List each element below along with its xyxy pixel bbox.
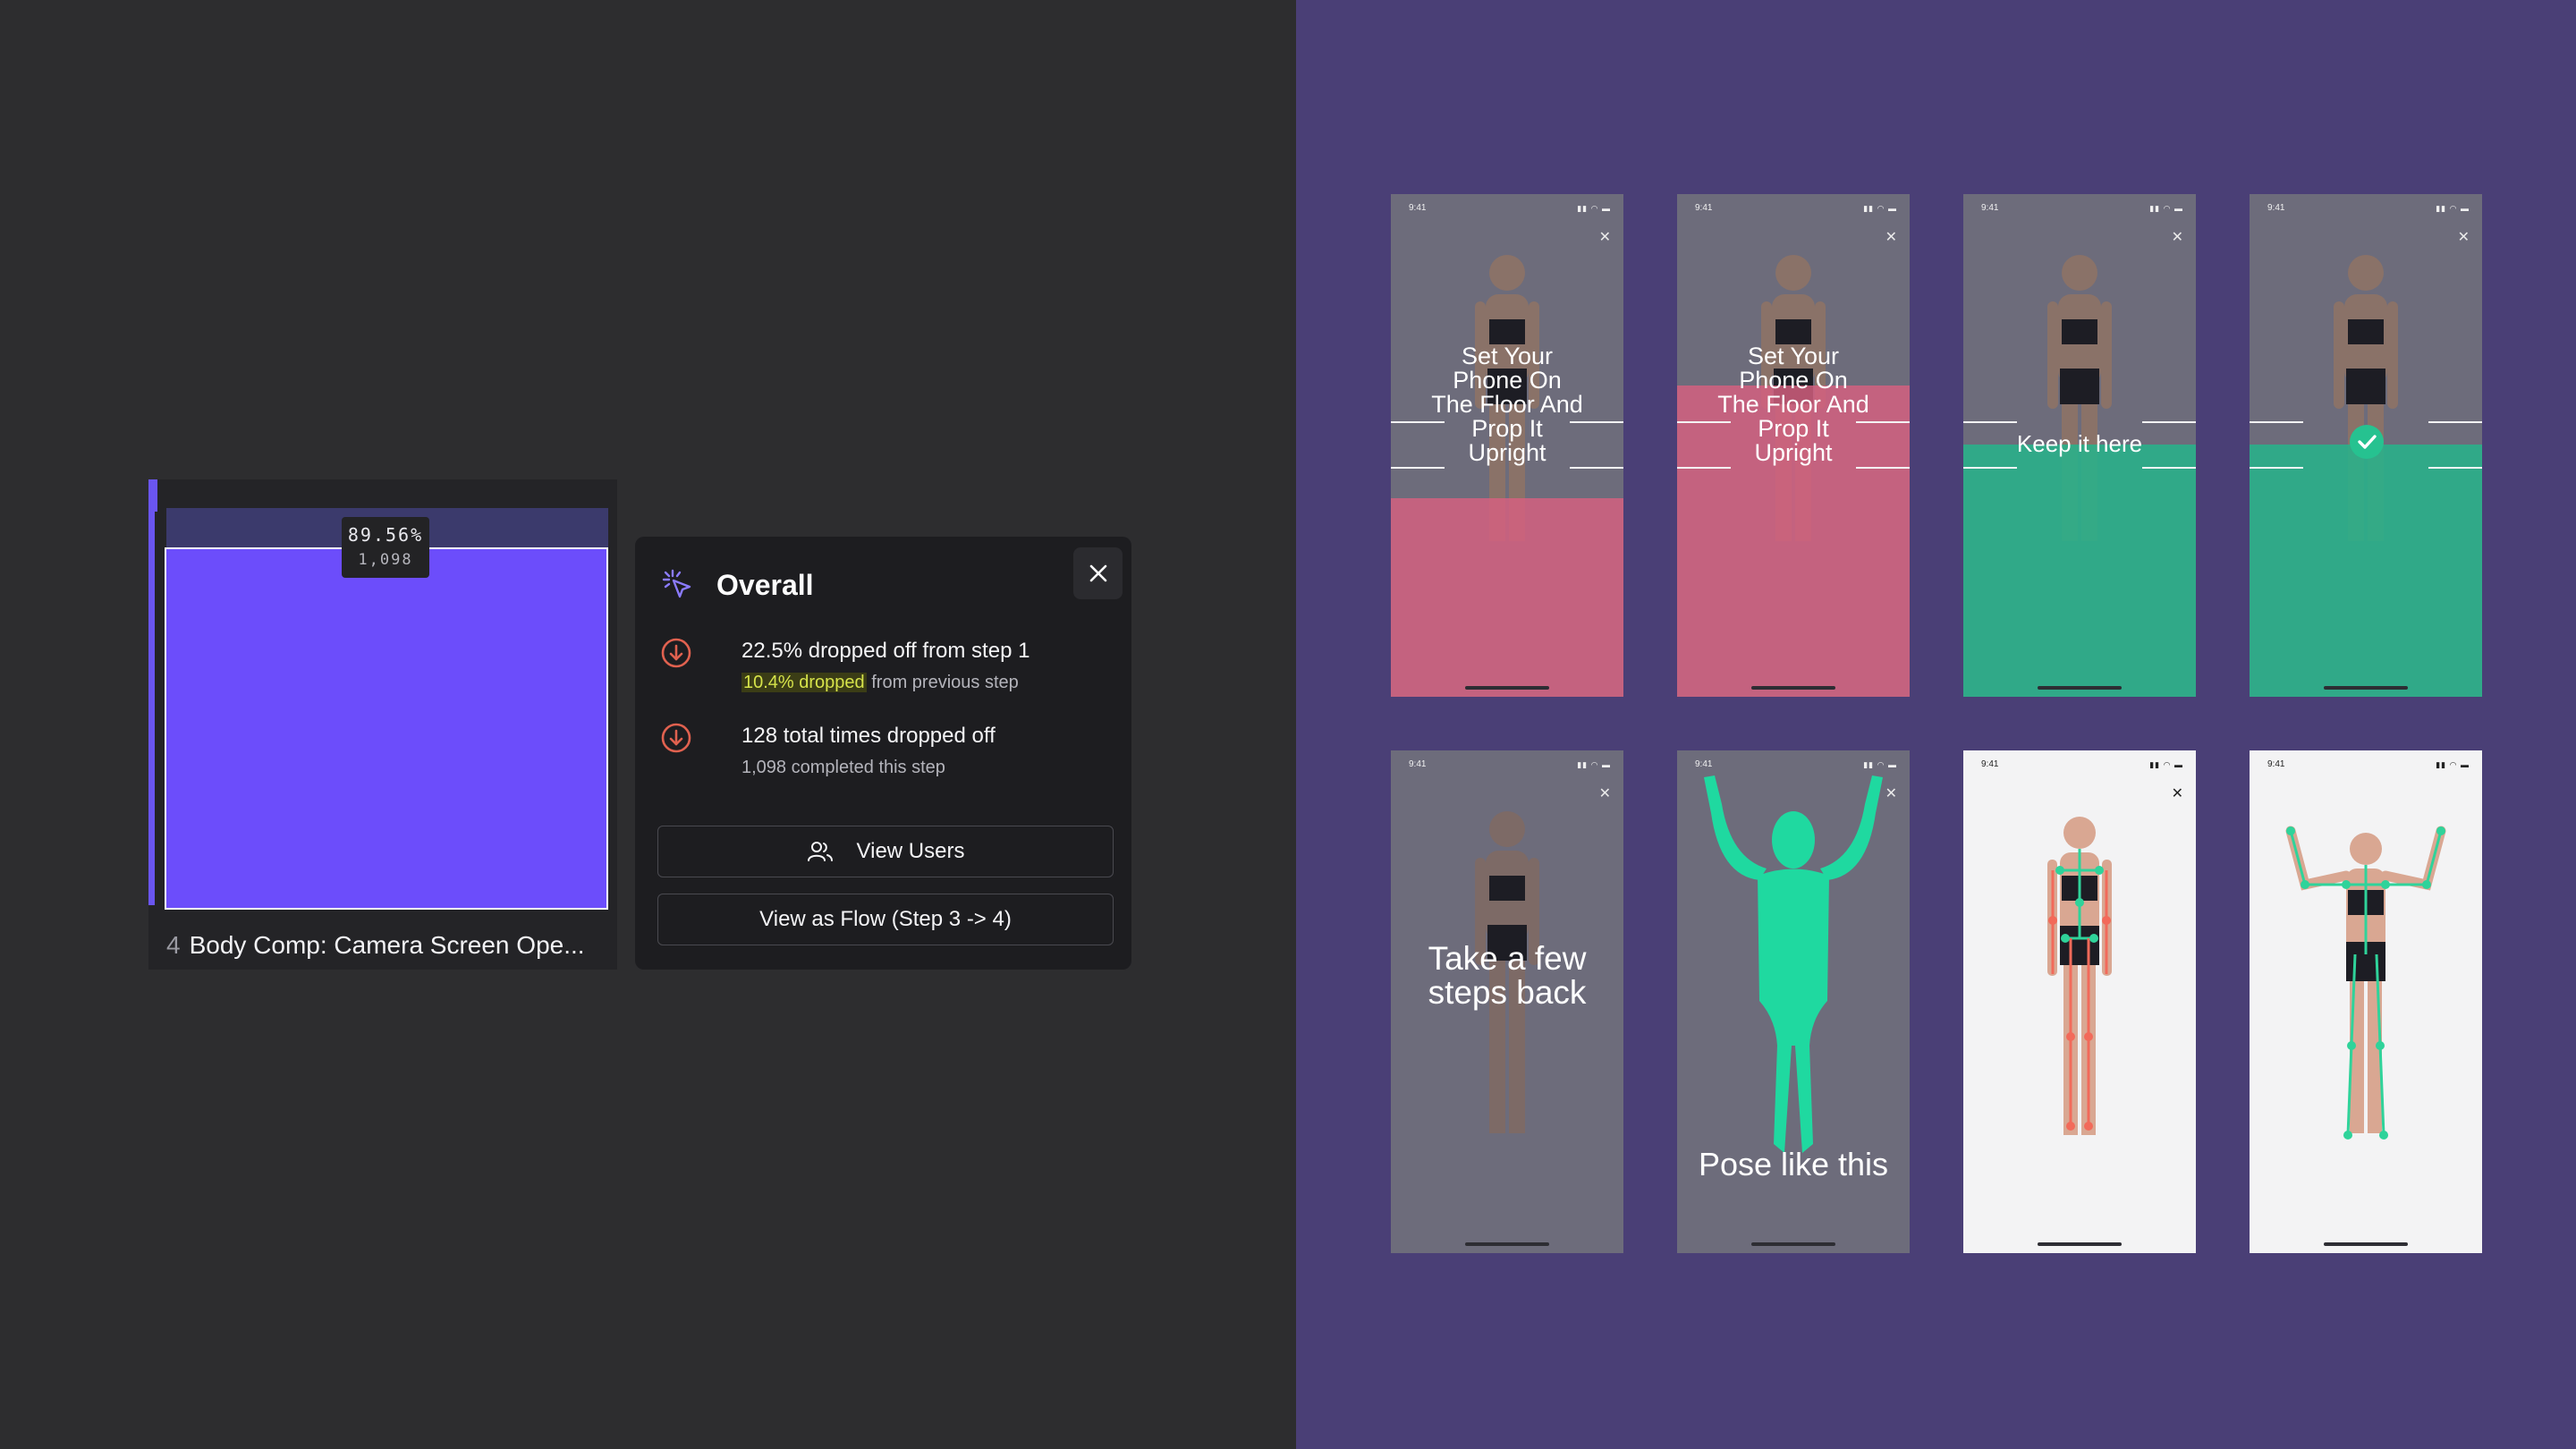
signal-battery-icon: ▮▮ ◠ ▬ <box>1863 204 1897 213</box>
popover-title: Overall <box>716 569 814 601</box>
view-users-label: View Users <box>856 839 965 863</box>
instruction-caption: Pose like this <box>1698 1146 1889 1182</box>
close-icon[interactable]: ✕ <box>1599 228 1611 246</box>
step-label[interactable]: 4 Body Comp: Camera Screen Ope... <box>166 931 585 960</box>
signal-battery-icon: ▮▮ ◠ ▬ <box>2149 760 2183 769</box>
success-overlay <box>1963 445 2196 697</box>
close-icon[interactable]: ✕ <box>1885 228 1897 246</box>
dropoff-highlight: 10.4% dropped <box>741 673 867 692</box>
close-icon[interactable]: ✕ <box>1599 784 1611 802</box>
close-icon[interactable]: ✕ <box>2172 784 2183 802</box>
home-indicator <box>1465 686 1549 690</box>
instruction-caption: Take a few steps back <box>1428 940 1587 1011</box>
signal-battery-icon: ▮▮ ◠ ▬ <box>2436 760 2470 769</box>
warning-overlay <box>1391 498 1623 697</box>
tooltip-percent: 89.56% <box>347 524 424 546</box>
bar-tooltip: 89.56% 1,098 <box>342 517 429 578</box>
person-skeleton-figure <box>2047 817 2112 1135</box>
view-as-flow-button[interactable]: View as Flow (Step 3 -> 4) <box>657 894 1114 945</box>
home-indicator <box>1751 686 1835 690</box>
home-indicator <box>2324 686 2408 690</box>
close-button[interactable] <box>1073 547 1123 599</box>
home-indicator <box>2038 686 2122 690</box>
home-indicator <box>1751 1242 1835 1246</box>
arrow-down-circle-icon <box>661 723 691 753</box>
status-time: 9:41 <box>1409 203 1427 213</box>
status-time: 9:41 <box>1695 759 1713 769</box>
total-dropped-text: 128 total times dropped off <box>741 724 996 748</box>
funnel-step-chart: 89.56% 1,098 4 Body Comp: Camera Screen O… <box>148 479 617 970</box>
funnel-bar[interactable] <box>165 547 608 910</box>
instruction-caption: Keep it here <box>2016 430 2143 457</box>
dropoff-from-previous: 10.4% dropped from previous step <box>741 673 1019 693</box>
signal-battery-icon: ▮▮ ◠ ▬ <box>2436 204 2470 213</box>
status-time: 9:41 <box>1981 203 1999 213</box>
phone-screen-3: Keep it here 9:41 ▮▮ ◠ ▬ ✕ <box>1963 194 2196 697</box>
close-icon <box>1089 564 1107 582</box>
home-indicator <box>2324 1242 2408 1246</box>
status-time: 9:41 <box>1409 759 1427 769</box>
dropoff-sub-text: from previous step <box>866 673 1019 692</box>
instruction-caption: Set Your Phone On The Floor And Prop It … <box>1717 343 1869 466</box>
close-icon[interactable]: ✕ <box>1885 784 1897 802</box>
dropoff-from-step-1: 22.5% dropped off from step 1 <box>741 639 1030 663</box>
signal-battery-icon: ▮▮ ◠ ▬ <box>1577 760 1611 769</box>
view-users-button[interactable]: View Users <box>657 826 1114 877</box>
step-details-popover: Overall 22.5% dropped off from step 1 10… <box>635 537 1131 970</box>
success-overlay <box>2250 445 2482 697</box>
signal-battery-icon: ▮▮ ◠ ▬ <box>1863 760 1897 769</box>
phone-screen-5: Take a few steps back 9:41 ▮▮ ◠ ▬ ✕ <box>1391 750 1623 1253</box>
status-time: 9:41 <box>1695 203 1713 213</box>
check-icon <box>2350 425 2384 459</box>
instruction-caption: Set Your Phone On The Floor And Prop It … <box>1431 343 1583 466</box>
analytics-panel: 89.56% 1,098 4 Body Comp: Camera Screen O… <box>0 0 1296 1449</box>
person-skeleton-figure <box>2285 826 2446 1140</box>
completed-text: 1,098 completed this step <box>741 758 945 777</box>
users-icon <box>807 841 834 862</box>
signal-battery-icon: ▮▮ ◠ ▬ <box>1577 204 1611 213</box>
phone-screen-1: Set Your Phone On The Floor And Prop It … <box>1391 194 1623 697</box>
previous-step-bar <box>148 512 155 905</box>
tooltip-count: 1,098 <box>358 551 413 569</box>
step-name: Body Comp: Camera Screen Ope... <box>189 931 585 959</box>
sparkle-cursor-icon <box>662 569 691 598</box>
onboarding-screens-gallery: Set Your Phone On The Floor And Prop It … <box>1296 0 2576 1449</box>
previous-step-bar-edge <box>148 479 157 512</box>
phone-screen-2: Set Your Phone On The Floor And Prop It … <box>1677 194 1910 697</box>
view-as-flow-label: View as Flow (Step 3 -> 4) <box>759 907 1012 931</box>
arrow-down-circle-icon <box>661 638 691 668</box>
close-icon[interactable]: ✕ <box>2172 228 2183 246</box>
phone-screen-7: 9:41 ▮▮ ◠ ▬ ✕ <box>1963 750 2196 1253</box>
status-time: 9:41 <box>2267 203 2285 213</box>
status-time: 9:41 <box>2267 759 2285 769</box>
signal-battery-icon: ▮▮ ◠ ▬ <box>2149 204 2183 213</box>
home-indicator <box>1465 1242 1549 1246</box>
status-time: 9:41 <box>1981 759 1999 769</box>
step-number: 4 <box>166 931 181 959</box>
home-indicator <box>2038 1242 2122 1246</box>
phone-screen-6: Pose like this 9:41 ▮▮ ◠ ▬ ✕ <box>1677 750 1910 1253</box>
phone-screen-4: 9:41 ▮▮ ◠ ▬ ✕ <box>2250 194 2482 697</box>
close-icon[interactable]: ✕ <box>2458 228 2470 246</box>
phone-screen-8: 9:41 ▮▮ ◠ ▬ <box>2250 750 2482 1253</box>
